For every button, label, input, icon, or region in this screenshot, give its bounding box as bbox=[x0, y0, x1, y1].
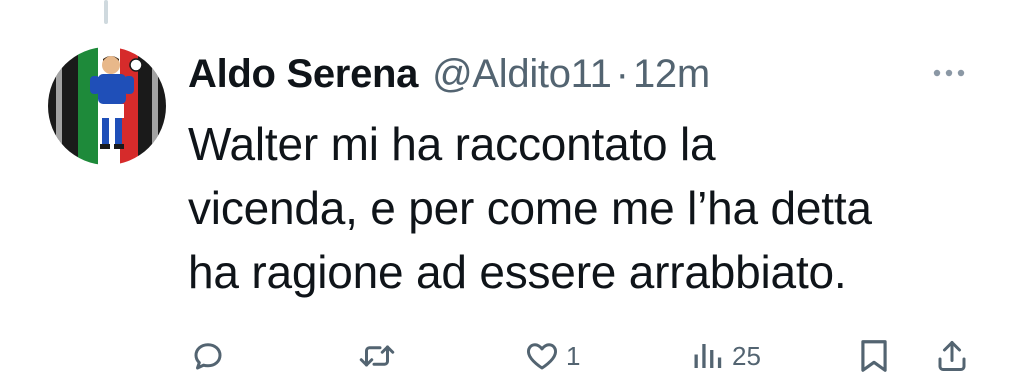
like-count: 1 bbox=[566, 340, 581, 371]
author-name[interactable]: Aldo Serena bbox=[188, 46, 418, 102]
header-separator: · bbox=[615, 52, 629, 96]
retweet-button[interactable] bbox=[357, 336, 397, 376]
tweet-header: Aldo Serena @Aldito11 · 12m bbox=[188, 46, 710, 102]
thread-connector-line bbox=[104, 0, 108, 24]
avatar[interactable] bbox=[48, 47, 166, 165]
tweet-timestamp[interactable]: 12m bbox=[633, 46, 710, 102]
author-handle[interactable]: @Aldito11 bbox=[432, 46, 612, 102]
avatar-footballer-icon bbox=[48, 47, 166, 165]
bookmark-icon bbox=[861, 340, 887, 372]
views-icon bbox=[694, 344, 722, 368]
more-options-button[interactable] bbox=[926, 58, 972, 88]
share-icon bbox=[938, 341, 966, 371]
share-button[interactable] bbox=[934, 336, 970, 376]
like-button[interactable]: 1 bbox=[524, 336, 580, 376]
bookmark-button[interactable] bbox=[858, 336, 890, 376]
reply-icon bbox=[194, 343, 222, 370]
tweet-text: Walter mi ha raccontato la vicenda, e pe… bbox=[188, 118, 872, 298]
heart-icon bbox=[526, 343, 558, 370]
views-button[interactable]: 25 bbox=[690, 336, 761, 376]
retweet-icon bbox=[359, 345, 395, 367]
views-count: 25 bbox=[732, 340, 761, 371]
more-dots-icon bbox=[933, 69, 965, 77]
reply-button[interactable] bbox=[190, 336, 226, 376]
